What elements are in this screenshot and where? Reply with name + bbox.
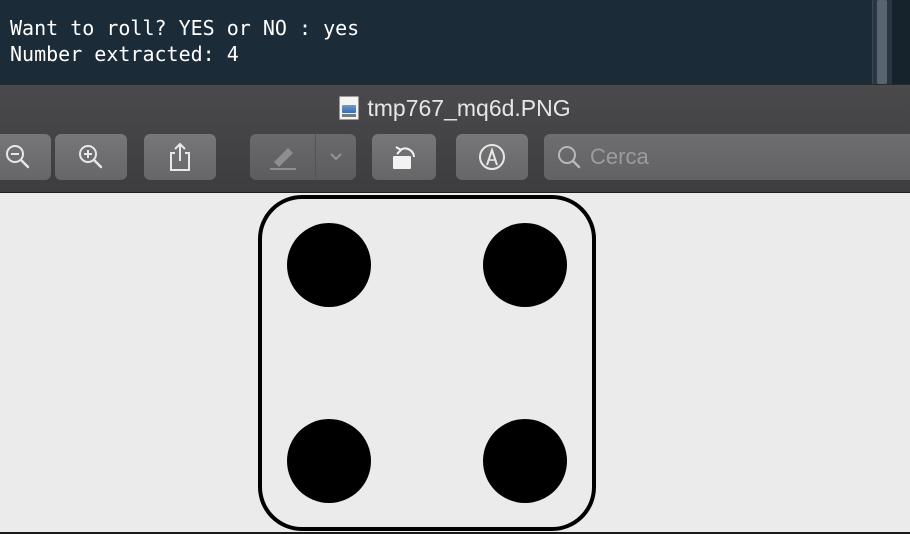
highlighter-icon	[269, 148, 296, 170]
search-field[interactable]: Cerca	[544, 134, 910, 180]
die-face-image	[258, 195, 596, 531]
die-pip	[483, 223, 567, 307]
zoom-in-button[interactable]	[55, 134, 127, 180]
markup-pen-icon	[479, 144, 505, 170]
highlight-button[interactable]	[250, 134, 316, 180]
markup-button[interactable]	[456, 134, 528, 180]
zoom-out-icon	[5, 145, 29, 169]
window-title-bar[interactable]: tmp767_mq6d.PNG	[0, 93, 910, 123]
terminal-scrollbar[interactable]	[872, 0, 892, 84]
rotate-left-icon	[393, 146, 415, 169]
window-title: tmp767_mq6d.PNG	[367, 94, 571, 121]
terminal-prompt-line: Want to roll? YES or NO : yes	[10, 16, 360, 40]
terminal-output-line: Number extracted: 4	[10, 42, 239, 66]
terminal-edge	[892, 0, 910, 84]
image-file-icon	[339, 96, 360, 120]
highlight-button-group[interactable]	[250, 134, 356, 180]
rotate-button[interactable]	[372, 134, 436, 180]
die-pip	[287, 419, 371, 503]
highlight-menu-button[interactable]	[316, 134, 356, 180]
die-pip	[483, 419, 567, 503]
zoom-in-icon	[79, 145, 103, 169]
search-placeholder[interactable]: Cerca	[590, 144, 649, 170]
share-icon	[170, 142, 190, 171]
share-button[interactable]	[144, 134, 216, 180]
terminal-window: Want to roll? YES or NO : yes Number ext…	[0, 0, 910, 84]
chevron-down-icon	[330, 153, 342, 161]
preview-toolbar: tmp767_mq6d.PNG Cerca	[0, 84, 910, 193]
search-icon	[558, 146, 581, 169]
terminal-scrollbar-thumb[interactable]	[877, 0, 887, 84]
die-pip	[287, 223, 371, 307]
zoom-out-button[interactable]	[0, 134, 51, 180]
